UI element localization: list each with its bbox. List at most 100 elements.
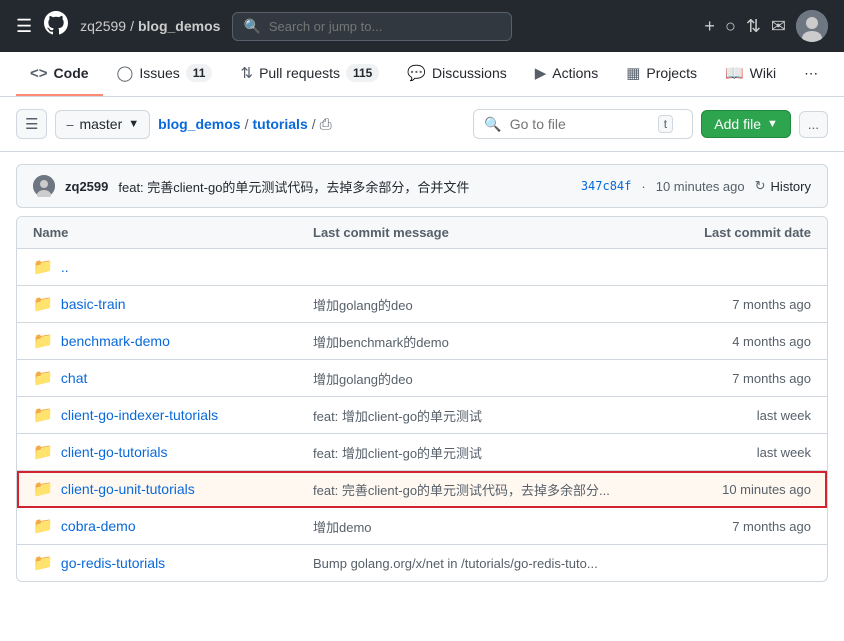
commit-msg-cell: 增加demo bbox=[313, 517, 631, 536]
tab-discussions-label: Discussions bbox=[432, 65, 507, 81]
discussions-icon: 💬 bbox=[407, 64, 426, 82]
tab-discussions[interactable]: 💬 Discussions bbox=[393, 52, 520, 96]
branch-chevron-icon: ▼ bbox=[128, 118, 139, 130]
file-name-cell: 📁 chat bbox=[33, 368, 313, 388]
file-link[interactable]: client-go-indexer-tutorials bbox=[61, 407, 218, 423]
list-item: 📁 .. bbox=[17, 249, 827, 286]
github-logo[interactable] bbox=[44, 11, 68, 41]
folder-icon: 📁 bbox=[33, 442, 53, 462]
commit-msg-cell: 增加benchmark的demo bbox=[313, 332, 631, 351]
file-link[interactable]: .. bbox=[61, 259, 69, 275]
issues-icon: ◯ bbox=[117, 64, 134, 82]
breadcrumb: blog_demos / tutorials / ⎙ bbox=[158, 116, 465, 133]
more-label: ⋯ bbox=[804, 65, 818, 82]
add-file-button[interactable]: Add file ▼ bbox=[701, 110, 791, 138]
pr-badge: 115 bbox=[346, 64, 379, 82]
list-item: 📁 basic-train 增加golang的deo 7 months ago bbox=[17, 286, 827, 323]
file-link[interactable]: go-redis-tutorials bbox=[61, 555, 165, 571]
folder-icon: 📁 bbox=[33, 405, 53, 425]
toolbar-more-button[interactable]: ... bbox=[799, 111, 828, 138]
commit-date-cell: last week bbox=[631, 408, 811, 423]
commit-username[interactable]: zq2599 bbox=[65, 179, 108, 194]
add-file-chevron-icon: ▼ bbox=[767, 118, 778, 130]
nav-actions: + ○ ⇅ ✉ bbox=[704, 10, 828, 42]
repo-tabs: <> Code ◯ Issues 11 ⇅ Pull requests 115 … bbox=[0, 52, 844, 97]
commit-msg-cell: feat: 增加client-go的单元测试 bbox=[313, 406, 631, 425]
global-search[interactable]: 🔍 bbox=[232, 12, 512, 41]
file-link[interactable]: chat bbox=[61, 370, 87, 386]
table-header: Name Last commit message Last commit dat… bbox=[17, 217, 827, 249]
file-rows-container: 📁 .. 📁 basic-train 增加golang的deo 7 months… bbox=[17, 249, 827, 581]
branch-selector[interactable]: ⎯ master ▼ bbox=[55, 110, 150, 139]
file-link[interactable]: basic-train bbox=[61, 296, 126, 312]
tab-code[interactable]: <> Code bbox=[16, 53, 103, 96]
projects-icon: ▦ bbox=[626, 64, 640, 82]
pr-icon[interactable]: ⇅ bbox=[746, 16, 761, 37]
list-item: 📁 client-go-tutorials feat: 增加client-go的… bbox=[17, 434, 827, 471]
file-table: Name Last commit message Last commit dat… bbox=[16, 216, 828, 582]
file-link[interactable]: benchmark-demo bbox=[61, 333, 170, 349]
search-input[interactable] bbox=[269, 19, 502, 34]
commit-date-cell: 7 months ago bbox=[631, 371, 811, 386]
folder-icon: 📁 bbox=[33, 553, 53, 573]
file-name-cell: 📁 client-go-indexer-tutorials bbox=[33, 405, 313, 425]
commit-msg-cell: feat: 完善client-go的单元测试代码，去掉多余部分... bbox=[313, 480, 631, 499]
file-search-input[interactable] bbox=[510, 116, 650, 132]
commit-date-cell: 10 minutes ago bbox=[631, 482, 811, 497]
tab-wiki-label: Wiki bbox=[750, 65, 776, 81]
list-item: 📁 chat 增加golang的deo 7 months ago bbox=[17, 360, 827, 397]
commit-hash[interactable]: 347c84f bbox=[581, 179, 632, 193]
issue-icon[interactable]: ○ bbox=[725, 16, 736, 37]
col-name: Name bbox=[33, 225, 313, 240]
tab-more[interactable]: ⋯ bbox=[790, 53, 832, 96]
breadcrumb-repo-link[interactable]: blog_demos bbox=[158, 116, 240, 132]
tab-wiki[interactable]: 📖 Wiki bbox=[711, 52, 790, 96]
list-item: 📁 benchmark-demo 增加benchmark的demo 4 mont… bbox=[17, 323, 827, 360]
commit-msg-cell: 增加golang的deo bbox=[313, 369, 631, 388]
breadcrumb-path-link[interactable]: tutorials bbox=[253, 116, 308, 132]
file-search[interactable]: 🔍 t bbox=[473, 109, 693, 139]
commit-dot: · bbox=[641, 179, 645, 194]
folder-icon: 📁 bbox=[33, 479, 53, 499]
shortcut-badge: t bbox=[658, 115, 673, 133]
plus-icon[interactable]: + bbox=[704, 16, 715, 37]
file-name-cell: 📁 benchmark-demo bbox=[33, 331, 313, 351]
branch-name: master bbox=[79, 116, 122, 132]
col-message: Last commit message bbox=[313, 225, 631, 240]
commit-date-cell: 7 months ago bbox=[631, 519, 811, 534]
actions-icon: ▶ bbox=[535, 64, 547, 82]
file-link[interactable]: client-go-tutorials bbox=[61, 444, 168, 460]
list-item: 📁 go-redis-tutorials Bump golang.org/x/n… bbox=[17, 545, 827, 581]
sidebar-toggle-button[interactable]: ☰ bbox=[16, 109, 47, 139]
file-name-cell: 📁 client-go-tutorials bbox=[33, 442, 313, 462]
avatar[interactable] bbox=[796, 10, 828, 42]
file-name-cell: 📁 basic-train bbox=[33, 294, 313, 314]
breadcrumb-sep2: / bbox=[312, 116, 316, 132]
list-item: 📁 client-go-unit-tutorials feat: 完善clien… bbox=[17, 471, 827, 508]
top-nav: ☰ zq2599 / blog_demos 🔍 + ○ ⇅ ✉ bbox=[0, 0, 844, 52]
add-file-label: Add file bbox=[714, 116, 761, 132]
hamburger-icon[interactable]: ☰ bbox=[16, 16, 32, 37]
code-icon: <> bbox=[30, 65, 48, 82]
issues-badge: 11 bbox=[186, 64, 213, 82]
file-link[interactable]: cobra-demo bbox=[61, 518, 136, 534]
tab-actions[interactable]: ▶ Actions bbox=[521, 52, 612, 96]
commit-date-cell: last week bbox=[631, 445, 811, 460]
folder-icon: 📁 bbox=[33, 368, 53, 388]
file-name-cell: 📁 go-redis-tutorials bbox=[33, 553, 313, 573]
tab-projects[interactable]: ▦ Projects bbox=[612, 52, 711, 96]
file-link[interactable]: client-go-unit-tutorials bbox=[61, 481, 195, 497]
nav-username: zq2599 / blog_demos bbox=[80, 18, 220, 34]
tab-issues[interactable]: ◯ Issues 11 bbox=[103, 52, 227, 96]
tab-actions-label: Actions bbox=[552, 65, 598, 81]
commit-date-cell: 7 months ago bbox=[631, 297, 811, 312]
copy-path-button[interactable]: ⎙ bbox=[320, 116, 332, 133]
commit-time: 10 minutes ago bbox=[656, 179, 745, 194]
list-item: 📁 client-go-indexer-tutorials feat: 增加cl… bbox=[17, 397, 827, 434]
commit-msg-cell: feat: 增加client-go的单元测试 bbox=[313, 443, 631, 462]
history-icon: ↻ bbox=[755, 178, 766, 194]
inbox-icon[interactable]: ✉ bbox=[771, 16, 786, 37]
history-button[interactable]: ↻ History bbox=[755, 178, 811, 194]
tab-pull-requests[interactable]: ⇅ Pull requests 115 bbox=[226, 52, 393, 96]
file-name-cell: 📁 cobra-demo bbox=[33, 516, 313, 536]
